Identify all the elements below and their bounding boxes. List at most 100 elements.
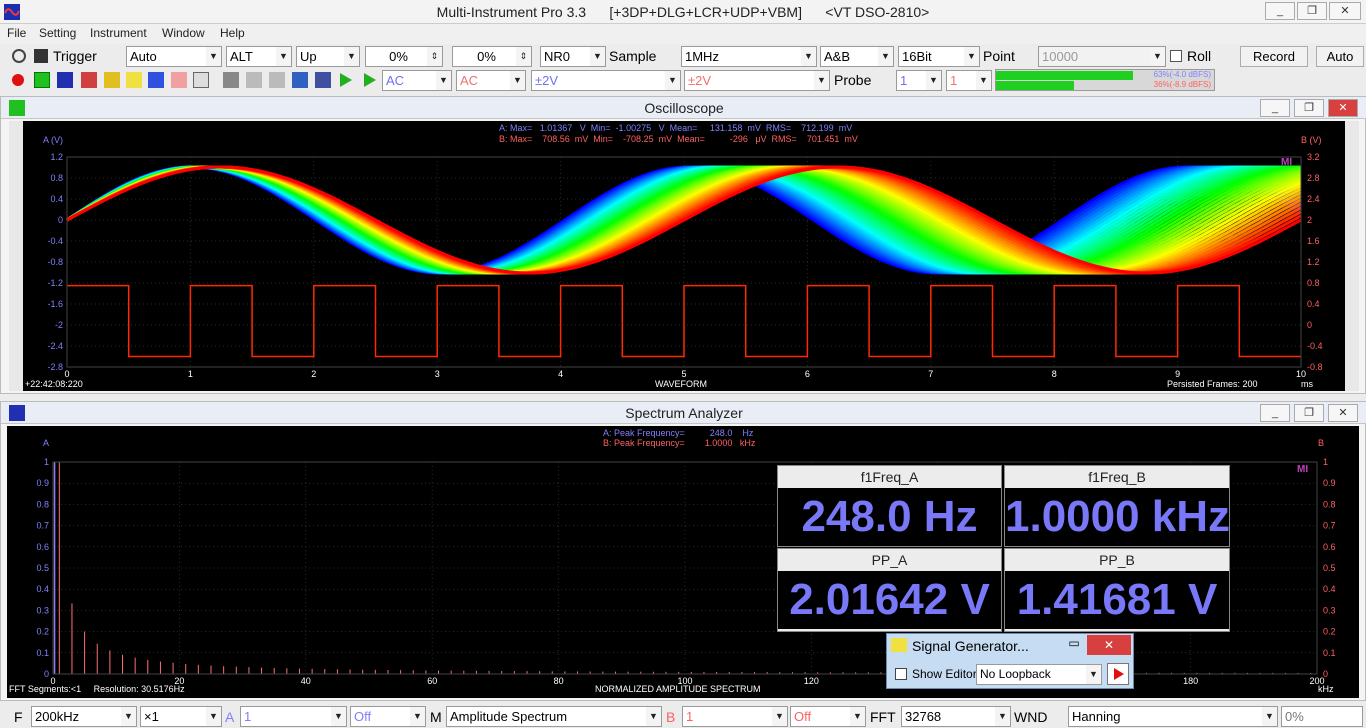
dut-icon[interactable] <box>148 72 164 88</box>
tools-icon[interactable] <box>292 72 308 88</box>
x-tick: 2 <box>311 369 316 379</box>
x-tick: 120 <box>804 676 819 686</box>
maximize-button[interactable]: ❐ <box>1297 2 1327 20</box>
level-a-text: 63%(-4.0 dBFS) <box>1153 70 1211 79</box>
menu-help[interactable]: Help <box>220 26 245 40</box>
channel-b-weighting-select[interactable]: Off ▼ <box>790 706 866 727</box>
spectrum-peak-a: A: Peak Frequency= 248.0 Hz <box>603 428 754 438</box>
toolbar-trigger: Trigger Auto ▼ ALT ▼ Up ▼ 0% ⇕ 0% ⇕ NR0 ▼ Samp… <box>0 44 1366 68</box>
frequency-range-select[interactable]: 200kHz ▼ <box>31 706 137 727</box>
save-icon[interactable] <box>34 49 48 63</box>
range-a-select[interactable]: ±2V ▼ <box>531 70 681 91</box>
record-button[interactable]: Record <box>1240 46 1308 67</box>
trigger-edge-select[interactable]: Up ▼ <box>296 46 360 67</box>
mode-label: M <box>430 709 442 725</box>
cursor-a-icon[interactable] <box>246 72 262 88</box>
signal-generator-minimize-button[interactable]: ▭ <box>1063 636 1085 654</box>
range-b-select[interactable]: ±2V ▼ <box>684 70 830 91</box>
meter-pp-a[interactable]: PP_A 2.01642 V <box>777 548 1002 632</box>
bits-select[interactable]: 16Bit ▼ <box>898 46 980 67</box>
scope-restore-button[interactable]: ❐ <box>1294 99 1324 117</box>
y-tick-b: 0.7 <box>1323 521 1336 531</box>
zoom-select[interactable]: ×1 ▼ <box>140 706 222 727</box>
spectrum-icon[interactable] <box>57 72 73 88</box>
sample-rate-select[interactable]: 1MHz ▼ <box>681 46 817 67</box>
close-button[interactable]: ✕ <box>1329 2 1361 20</box>
step-play-icon[interactable] <box>364 73 376 87</box>
recorder-icon[interactable] <box>104 72 120 88</box>
oscilloscope-icon[interactable] <box>34 72 50 88</box>
spectrum-restore-button[interactable]: ❐ <box>1294 404 1324 422</box>
sweep-icon[interactable] <box>171 72 187 88</box>
signal-generator-window[interactable]: Signal Generator... ▭ ✕ Show Editor No L… <box>886 633 1134 689</box>
play-icon[interactable] <box>340 73 352 87</box>
multimeter-icon[interactable] <box>81 72 97 88</box>
probe-icon[interactable] <box>223 72 239 88</box>
fft-size-select[interactable]: 32768 ▼ <box>901 706 1011 727</box>
spectrum-minimize-button[interactable]: _ <box>1260 404 1290 422</box>
channel-b-label: B <box>666 709 676 725</box>
auto-button[interactable]: Auto <box>1316 46 1364 67</box>
scope-stats-b: B: Max= 708.56 mV Min= -708.25 mV Mean= … <box>499 134 858 144</box>
roll-checkbox[interactable] <box>1170 50 1182 62</box>
coupling-a-select[interactable]: AC ▼ <box>382 70 452 91</box>
meter-title: PP_A <box>778 549 1001 571</box>
minimize-button[interactable]: _ <box>1265 2 1295 20</box>
loopback-select[interactable]: No Loopback ▼ <box>976 664 1102 685</box>
scope-left-scrollbar[interactable] <box>9 121 23 391</box>
record-dot-icon[interactable] <box>12 74 24 86</box>
scope-right-scrollbar[interactable] <box>1345 121 1359 391</box>
meter-f1freq-b[interactable]: f1Freq_B 1.0000 kHz <box>1004 465 1230 547</box>
point-select[interactable]: 10000 ▼ <box>1038 46 1166 67</box>
roll-label: Roll <box>1187 48 1212 64</box>
y-tick-b: 0.8 <box>1307 278 1320 288</box>
window-title: Multi-Instrument Pro 3.3 [+3DP+DLG+LCR+U… <box>436 4 930 20</box>
settings-icon[interactable] <box>12 49 26 63</box>
signal-generator-icon[interactable] <box>126 72 142 88</box>
probe-a-select[interactable]: 1 ▼ <box>896 70 942 91</box>
overlap-select[interactable]: 0% <box>1281 706 1363 727</box>
noise-reduction-select[interactable]: NR0 ▼ <box>540 46 606 67</box>
spectrum-xlabel: NORMALIZED AMPLITUDE SPECTRUM <box>595 684 761 694</box>
trigger-source-select[interactable]: ALT ▼ <box>226 46 292 67</box>
trigger-level-stepper[interactable]: 0% ⇕ <box>365 46 443 67</box>
trigger-mode-select[interactable]: Auto ▼ <box>126 46 222 67</box>
y-tick-b: -0.4 <box>1307 341 1323 351</box>
probe-b-select[interactable]: 1 ▼ <box>946 70 992 91</box>
x-tick: 40 <box>301 676 311 686</box>
channel-b-select[interactable]: 1 ▼ <box>682 706 788 727</box>
window-function-select[interactable]: Hanning ▼ <box>1068 706 1278 727</box>
scope-mi-badge: MI <box>1281 157 1293 168</box>
menu-instrument[interactable]: Instrument <box>90 26 147 40</box>
meter-value: 1.41681 V <box>1005 571 1229 629</box>
ddp-icon[interactable] <box>193 72 209 88</box>
menu-setting[interactable]: Setting <box>39 26 76 40</box>
channel-a-select[interactable]: 1 ▼ <box>240 706 347 727</box>
signal-generator-close-button[interactable]: ✕ <box>1087 635 1131 655</box>
y-tick-b: 1 <box>1323 457 1328 467</box>
x-tick: 1 <box>188 369 193 379</box>
cursor-b-icon[interactable] <box>269 72 285 88</box>
meter-f1freq-a[interactable]: f1Freq_A 248.0 Hz <box>777 465 1002 547</box>
channel-select[interactable]: A&B ▼ <box>820 46 894 67</box>
analysis-mode-select[interactable]: Amplitude Spectrum ▼ <box>446 706 662 727</box>
scope-minimize-button[interactable]: _ <box>1260 99 1290 117</box>
level-b-text: 36%(-8.9 dBFS) <box>1153 80 1211 89</box>
show-editor-checkbox[interactable] <box>895 668 907 680</box>
menu-window[interactable]: Window <box>162 26 205 40</box>
x-tick: 60 <box>427 676 437 686</box>
spectrum-close-button[interactable]: ✕ <box>1328 404 1358 422</box>
window-label: WND <box>1014 709 1048 725</box>
level-bar-b <box>996 81 1075 90</box>
speaker-icon[interactable] <box>315 72 331 88</box>
menu-file[interactable]: File <box>7 26 26 40</box>
signal-generator-play-button[interactable] <box>1107 663 1129 685</box>
channel-a-weighting-select[interactable]: Off ▼ <box>350 706 426 727</box>
y-tick-a: 0.8 <box>36 499 49 509</box>
meter-pp-b[interactable]: PP_B 1.41681 V <box>1004 548 1230 632</box>
y-tick-b: 0.6 <box>1323 542 1336 552</box>
scope-close-button[interactable]: ✕ <box>1328 99 1358 117</box>
trigger-delay-stepper[interactable]: 0% ⇕ <box>452 46 532 67</box>
oscilloscope-plot[interactable]: 1.2 3.2 0.8 2.8 0.4 2.4 0 2 -0.4 1.6 -0.8 1.2 -1.2 0.… <box>23 121 1345 391</box>
coupling-b-select[interactable]: AC ▼ <box>456 70 526 91</box>
